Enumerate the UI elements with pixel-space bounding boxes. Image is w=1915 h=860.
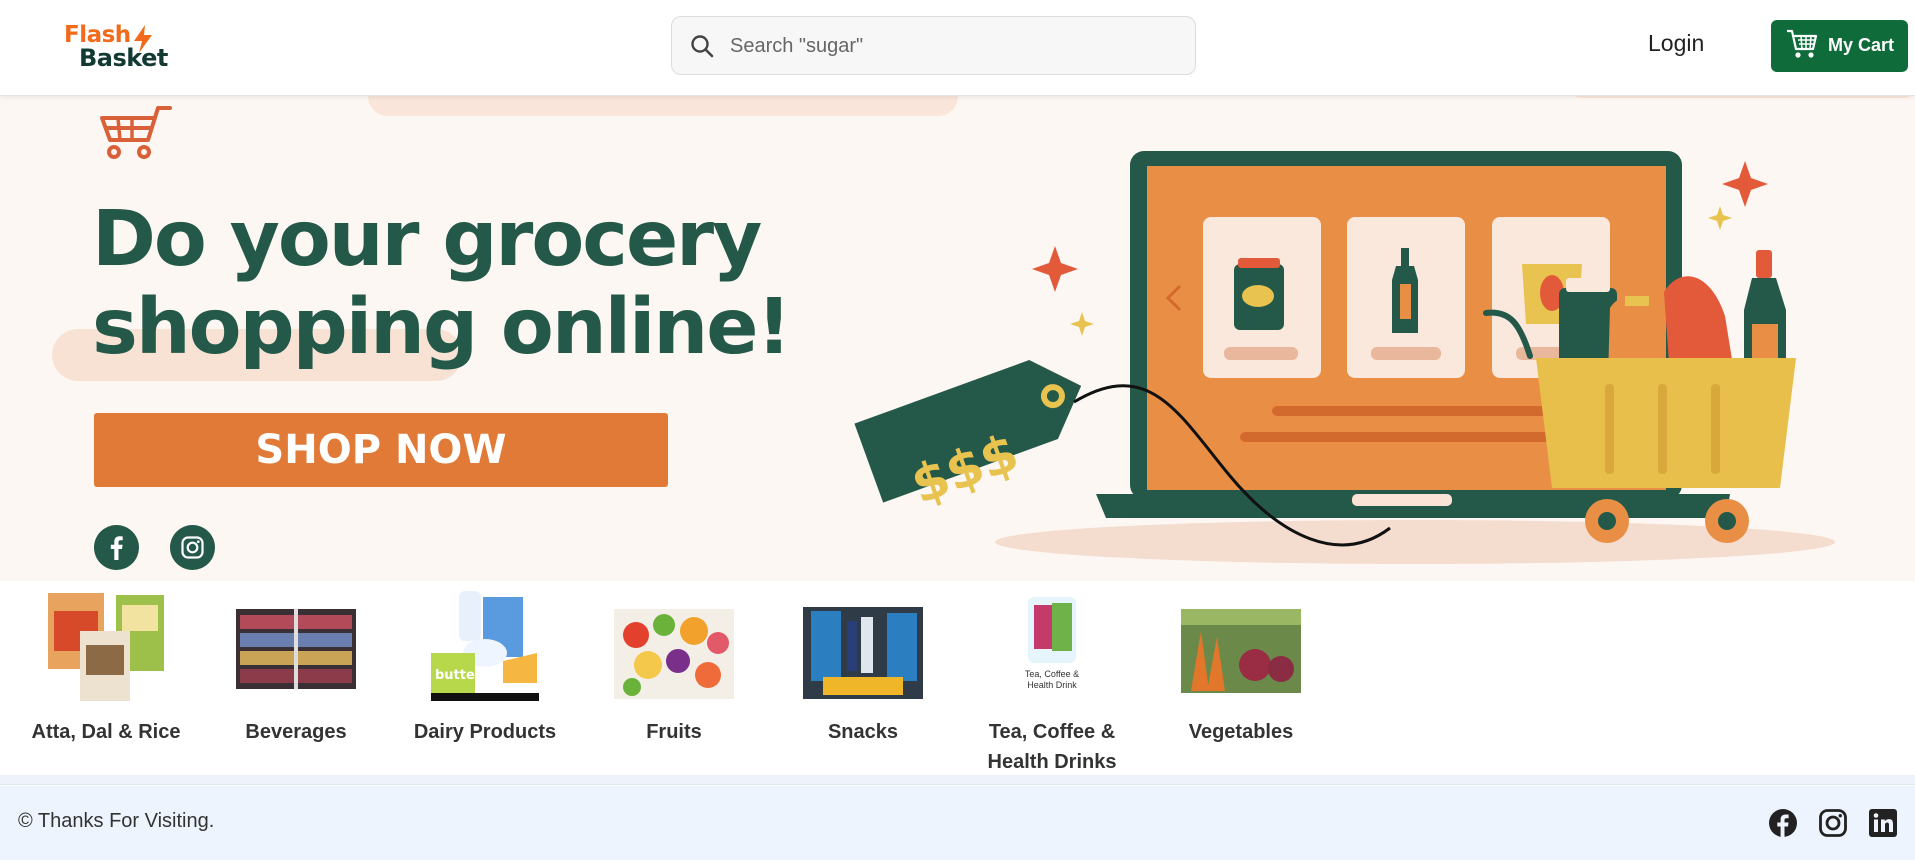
- category-label: Beverages: [245, 721, 347, 743]
- my-cart-label: My Cart: [1828, 35, 1895, 55]
- facebook-link[interactable]: [94, 525, 139, 570]
- instagram-link[interactable]: [170, 525, 215, 570]
- headline-line-2: shopping online!: [92, 283, 792, 372]
- instagram-icon[interactable]: [1818, 808, 1848, 838]
- category-item-atta-dal-rice[interactable]: Atta, Dal & Rice: [16, 591, 196, 747]
- category-label: Dairy Products: [413, 721, 557, 743]
- vegetables-image: [1181, 591, 1301, 703]
- dairy-products-image: butter: [425, 591, 545, 703]
- category-item-vegetables[interactable]: Vegetables: [1151, 591, 1331, 747]
- top-navbar: Flash Basket Login My Cart: [0, 0, 1915, 96]
- my-cart-button[interactable]: My Cart: [1771, 20, 1908, 72]
- hero-banner: Do your grocery shopping online! SHOP NO…: [0, 96, 1915, 581]
- login-link[interactable]: Login: [1648, 30, 1704, 57]
- headline-line-1: Do your grocery: [92, 195, 762, 284]
- tea-coffee-image-caption: Tea, Coffee & Health Drink: [1024, 669, 1080, 690]
- search-input[interactable]: [730, 27, 1170, 65]
- facebook-icon: [110, 536, 123, 560]
- footer: © Thanks For Visiting.: [0, 786, 1915, 860]
- shop-now-button[interactable]: SHOP NOW: [94, 413, 668, 487]
- snacks-image: [803, 591, 923, 703]
- beverages-image: [236, 591, 356, 703]
- instagram-icon: [181, 536, 204, 559]
- svg-text:butter: butter: [435, 668, 482, 683]
- category-label: Tea, Coffee & Health Drinks: [987, 721, 1117, 773]
- category-label: Snacks: [827, 721, 899, 743]
- linkedin-icon[interactable]: [1868, 808, 1898, 838]
- shopping-cart-icon: [1787, 29, 1818, 58]
- hero-illustration: $$$: [854, 151, 1835, 564]
- fruits-image: [614, 591, 734, 703]
- hero-headline: Do your grocery shopping online!: [92, 196, 812, 372]
- logo-text-basket: Basket: [79, 44, 168, 72]
- category-item-dairy-products[interactable]: butter Dairy Products: [395, 591, 575, 747]
- atta-dal-rice-image: [46, 591, 166, 703]
- category-item-fruits[interactable]: Fruits: [584, 591, 764, 747]
- footer-divider: [0, 775, 1915, 785]
- category-list: Atta, Dal & Rice Beverages butter Dairy …: [0, 581, 1915, 775]
- flash-basket-logo[interactable]: Flash Basket: [62, 22, 172, 72]
- category-label: Vegetables: [1188, 721, 1294, 743]
- category-label: Fruits: [646, 721, 702, 743]
- shopping-cart-outline-icon: [100, 106, 172, 159]
- category-item-snacks[interactable]: Snacks: [773, 591, 953, 747]
- category-label: Atta, Dal & Rice: [31, 721, 181, 743]
- facebook-icon[interactable]: [1768, 808, 1798, 838]
- tea-coffee-image: Tea, Coffee & Health Drink: [992, 591, 1112, 703]
- category-item-tea-coffee-health-drinks[interactable]: Tea, Coffee & Health Drink Tea, Coffee &…: [962, 591, 1142, 777]
- search-icon: [691, 35, 714, 58]
- copyright-text: © Thanks For Visiting.: [18, 810, 215, 832]
- search-bar[interactable]: [671, 16, 1196, 75]
- category-item-beverages[interactable]: Beverages: [206, 591, 386, 747]
